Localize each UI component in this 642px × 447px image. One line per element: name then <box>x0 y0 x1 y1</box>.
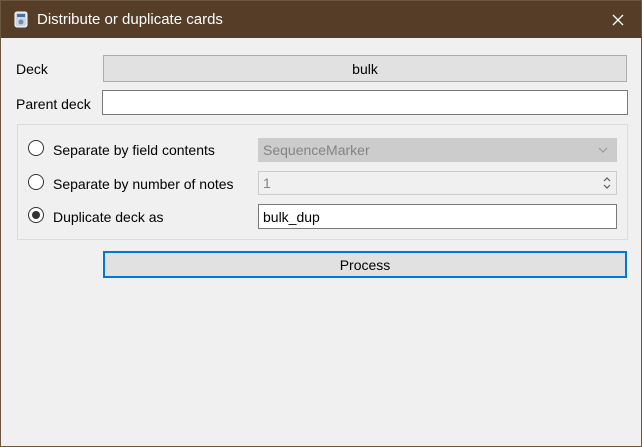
parent-deck-input[interactable] <box>102 90 628 115</box>
spin-arrows-icon[interactable] <box>600 173 614 193</box>
dialog-window: Distribute or duplicate cards Deck bulk … <box>0 0 642 447</box>
separate-by-field-radio[interactable] <box>28 140 44 156</box>
app-icon <box>14 11 28 28</box>
deck-label: Deck <box>16 61 48 77</box>
field-select[interactable]: SequenceMarker <box>258 138 617 162</box>
deck-value: bulk <box>352 60 378 77</box>
window-title: Distribute or duplicate cards <box>37 11 223 28</box>
separate-by-field-label[interactable]: Separate by field contents <box>53 141 215 159</box>
radio-selected-dot <box>32 211 40 219</box>
separate-by-number-radio[interactable] <box>28 174 44 190</box>
close-icon <box>612 14 624 25</box>
title-bar[interactable]: Distribute or duplicate cards <box>1 1 641 38</box>
field-select-value: SequenceMarker <box>263 142 370 158</box>
separate-by-number-label[interactable]: Separate by number of notes <box>53 175 234 193</box>
duplicate-deck-label[interactable]: Duplicate deck as <box>53 208 164 226</box>
number-of-notes-value: 1 <box>263 175 271 191</box>
duplicate-deck-radio[interactable] <box>28 207 44 223</box>
chevron-down-icon <box>598 147 608 153</box>
process-button[interactable]: Process <box>103 251 627 278</box>
parent-deck-label: Parent deck <box>16 96 91 112</box>
duplicate-deck-name-input[interactable] <box>258 204 617 229</box>
number-of-notes-spinbox[interactable]: 1 <box>258 171 617 195</box>
deck-select-button[interactable]: bulk <box>103 55 627 82</box>
close-button[interactable] <box>595 1 641 38</box>
process-button-label: Process <box>339 256 391 273</box>
